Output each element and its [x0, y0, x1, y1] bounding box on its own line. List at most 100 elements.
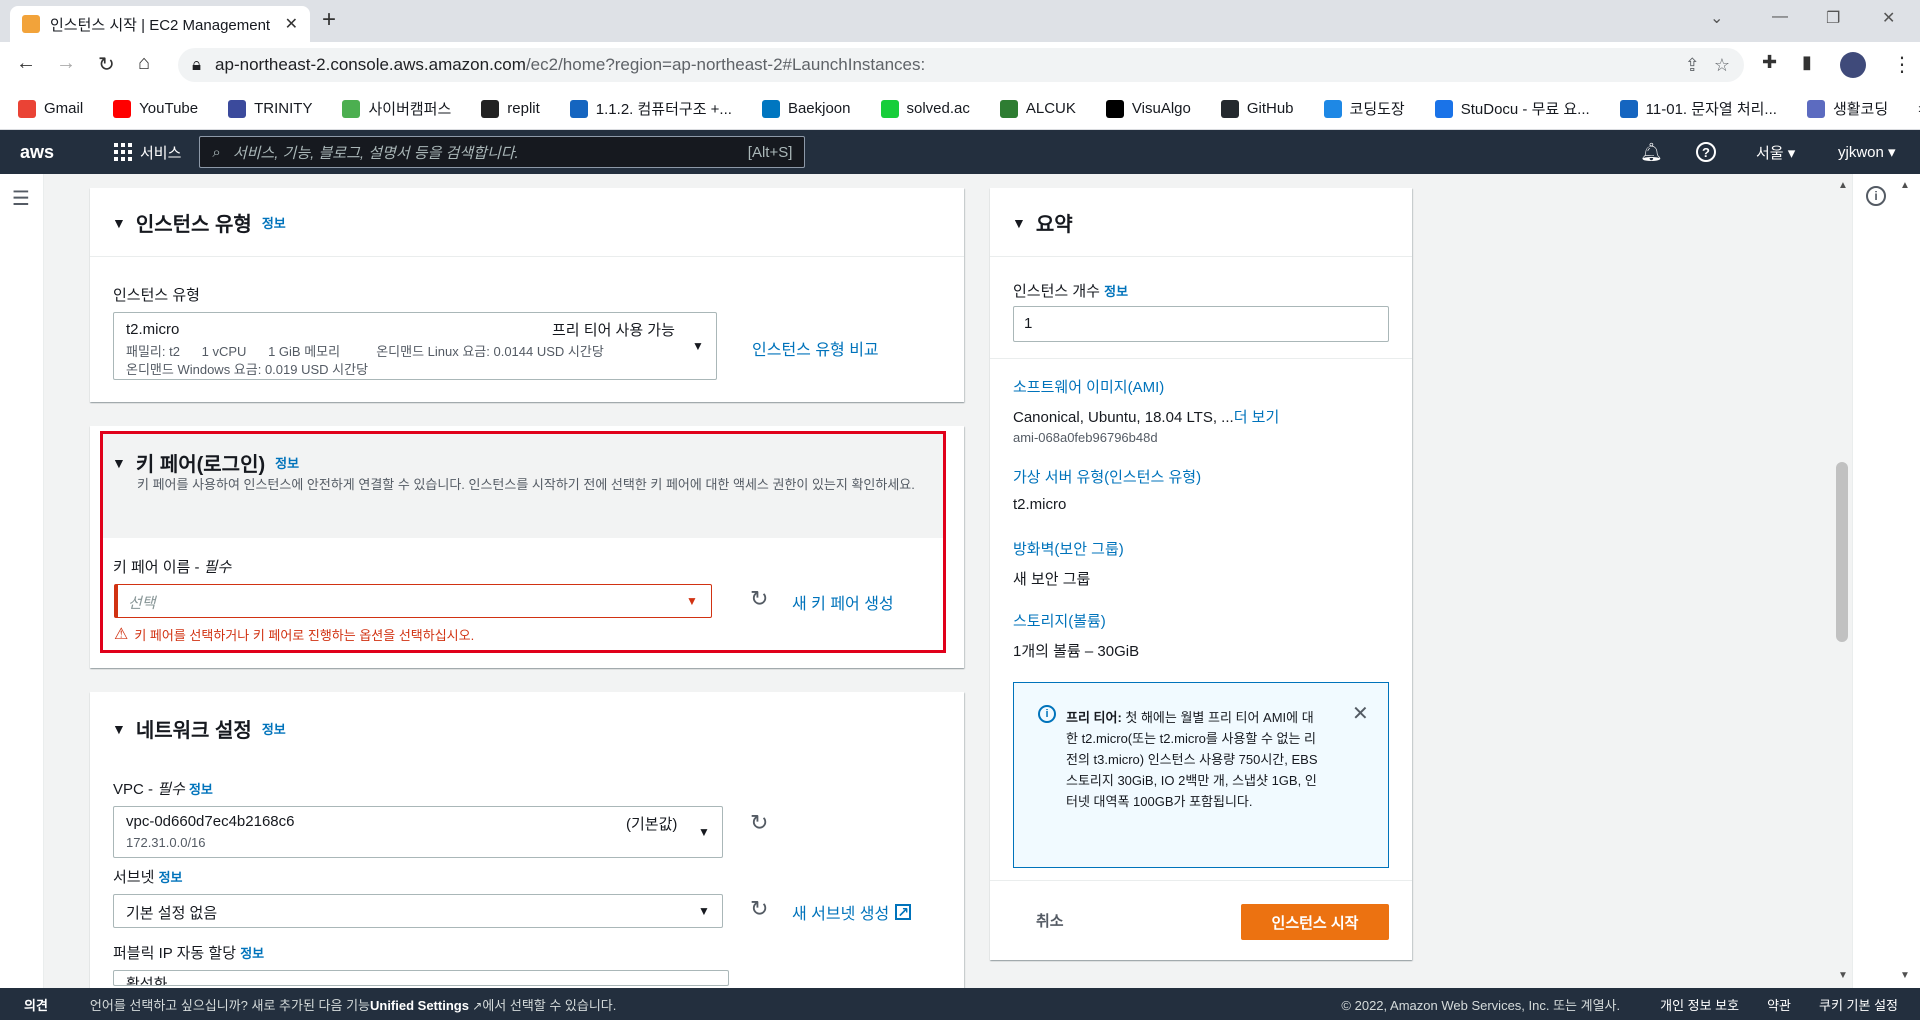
create-subnet-link[interactable]: 새 서브넷 생성 ↗	[792, 900, 912, 924]
feedback-link[interactable]: 의견	[24, 995, 48, 1014]
maximize-icon[interactable]: ❐	[1826, 8, 1840, 28]
hamburger-menu-icon[interactable]: ☰	[12, 186, 30, 211]
create-key-pair-link[interactable]: 새 키 페어 생성	[792, 590, 894, 614]
instance-type-header[interactable]: ▼ 인스턴스 유형 정보	[112, 208, 286, 237]
back-icon[interactable]: ←	[16, 52, 36, 75]
ami-link[interactable]: 소프트웨어 이미지(AMI)	[1013, 376, 1164, 397]
reload-icon[interactable]: ↻	[98, 52, 115, 77]
side-panel-icon[interactable]: ▮	[1802, 52, 1812, 73]
subnet-info-link[interactable]: 정보	[159, 870, 183, 885]
instance-type-summary-link[interactable]: 가상 서버 유형(인스턴스 유형)	[1013, 466, 1201, 487]
bookmark-item[interactable]: TRINITY	[228, 99, 312, 118]
scroll-down-icon[interactable]: ▼	[1838, 970, 1848, 981]
home-icon[interactable]: ⌂	[138, 52, 150, 75]
vpc-info-link[interactable]: 정보	[189, 782, 213, 797]
public-ip-info-link[interactable]: 정보	[240, 946, 264, 961]
bookmark-item[interactable]: GitHub	[1220, 99, 1294, 118]
privacy-link[interactable]: 개인 정보 보호	[1660, 995, 1739, 1014]
services-menu[interactable]: 서비스	[114, 142, 181, 163]
launch-instance-button[interactable]: 인스턴스 시작	[1241, 904, 1389, 940]
browser-menu-icon[interactable]: ⋮	[1892, 52, 1912, 77]
bookmark-item[interactable]: solved.ac	[880, 99, 970, 118]
notifications-bell-icon[interactable]: 🔔︎	[1640, 130, 1663, 174]
ami-more-link[interactable]: 더 보기	[1234, 409, 1280, 426]
bookmark-item[interactable]: replit	[481, 99, 540, 118]
url-host: ap-northeast-2.console.aws.amazon.com	[215, 55, 526, 74]
address-bar[interactable]: 🔒︎ ap-northeast-2.console.aws.amazon.com…	[178, 48, 1744, 82]
bookmark-label: GitHub	[1246, 100, 1294, 117]
aws-logo[interactable]: aws	[20, 142, 80, 163]
minimize-icon[interactable]: —	[1772, 8, 1788, 26]
browser-tab[interactable]: 인스턴스 시작 | EC2 Management Console ✕	[10, 6, 310, 42]
bookmark-item[interactable]: VisuAlgo	[1105, 99, 1191, 118]
tab-search-icon[interactable]: ⌄	[1710, 8, 1723, 28]
public-ip-select[interactable]: 활성화	[113, 970, 729, 986]
create-subnet-label: 새 서브넷 생성	[792, 906, 890, 923]
close-window-icon[interactable]: ✕	[1882, 8, 1895, 28]
bookmark-item[interactable]: Baekjoon	[761, 99, 851, 118]
key-pair-panel: ▼ 키 페어(로그인) 정보 키 페어를 사용하여 인스턴스에 안전하게 연결할…	[90, 426, 964, 668]
bookmark-label: YouTube	[139, 100, 199, 117]
bookmark-item[interactable]: 11-01. 문자열 처리...	[1619, 98, 1777, 119]
subnet-select[interactable]: 기본 설정 없음 ▼	[113, 894, 723, 928]
bookmark-item[interactable]: YouTube	[113, 99, 199, 118]
refresh-icon[interactable]: ↻	[750, 896, 768, 922]
instance-count-info-link[interactable]: 정보	[1104, 284, 1128, 299]
refresh-icon[interactable]: ↻	[750, 810, 768, 836]
bookmark-star-icon[interactable]: ☆	[1714, 55, 1730, 76]
new-tab-icon[interactable]: +	[322, 6, 336, 34]
unified-settings-link[interactable]: Unified Settings	[370, 998, 469, 1013]
refresh-icon[interactable]: ↻	[750, 586, 768, 612]
page-scroll-up-icon[interactable]: ▲	[1900, 180, 1910, 191]
bookmark-favicon-icon	[569, 99, 588, 118]
bookmark-item[interactable]: 코딩도장	[1323, 98, 1405, 119]
close-tab-icon[interactable]: ✕	[285, 14, 298, 34]
copyright: © 2022, Amazon Web Services, Inc. 또는 계열사…	[1341, 997, 1621, 1013]
key-pair-select[interactable]: 선택 ▼	[114, 584, 712, 618]
search-input[interactable]: ⌕ 서비스, 기능, 블로그, 설명서 등을 검색합니다. [Alt+S]	[199, 136, 806, 168]
free-tier-bold: 프리 티어:	[1066, 710, 1122, 725]
bookmark-item[interactable]: Gmail	[18, 99, 83, 118]
scrollbar-thumb[interactable]	[1836, 462, 1848, 642]
help-icon[interactable]: ?	[1696, 130, 1716, 174]
instance-type-info-link[interactable]: 정보	[262, 213, 286, 232]
bookmark-label: VisuAlgo	[1131, 100, 1191, 117]
forward-icon[interactable]: →	[56, 52, 76, 75]
key-pair-error: ⚠ 키 페어를 선택하거나 키 페어로 진행하는 옵션을 선택하십시오.	[114, 624, 474, 644]
info-panel-icon[interactable]: i	[1866, 186, 1886, 206]
close-alert-icon[interactable]: ✕	[1352, 701, 1369, 726]
summary-header[interactable]: ▼ 요약	[1012, 208, 1073, 237]
cookie-prefs-link[interactable]: 쿠키 기본 설정	[1819, 995, 1898, 1014]
firewall-link[interactable]: 방화벽(보안 그룹)	[1013, 538, 1124, 559]
collapse-caret-icon: ▼	[1012, 214, 1026, 231]
extensions-icon[interactable]: ✚	[1762, 52, 1777, 73]
network-info-link[interactable]: 정보	[262, 719, 286, 738]
page-scroll-down-icon[interactable]: ▼	[1900, 970, 1910, 981]
bookmark-favicon-icon	[761, 99, 780, 118]
share-icon[interactable]: ⇪	[1685, 55, 1700, 76]
profile-avatar[interactable]	[1840, 52, 1866, 78]
vpc-select[interactable]: vpc-0d660d7ec4b2168c6 (기본값) 172.31.0.0/1…	[113, 806, 723, 858]
user-menu[interactable]: yjkwon ▾	[1838, 130, 1896, 174]
cancel-button[interactable]: 취소	[1036, 910, 1064, 931]
key-pair-info-link[interactable]: 정보	[275, 453, 299, 472]
ami-id: ami-068a0feb96796b48d	[1013, 430, 1158, 445]
terms-link[interactable]: 약관	[1767, 995, 1791, 1014]
bookmark-item[interactable]: 1.1.2. 컴퓨터구조 +...	[569, 98, 732, 119]
bookmark-item[interactable]: 사이버캠퍼스	[342, 98, 451, 119]
public-ip-value: 활성화	[126, 976, 168, 986]
scroll-up-icon[interactable]: ▲	[1838, 180, 1848, 191]
instance-type-select[interactable]: t2.micro 프리 티어 사용 가능 패밀리: t2 1 vCPU 1 Gi…	[113, 312, 717, 380]
bookmark-item[interactable]: 생활코딩	[1806, 98, 1888, 119]
bookmark-favicon-icon	[1323, 99, 1342, 118]
instance-type-field-label: 인스턴스 유형	[113, 287, 200, 304]
compare-instance-types-link[interactable]: 인스턴스 유형 비교	[752, 336, 879, 360]
storage-link[interactable]: 스토리지(볼륨)	[1013, 610, 1106, 631]
bookmark-item[interactable]: StuDocu - 무료 요...	[1434, 98, 1590, 119]
ami-value: Canonical, Ubuntu, 18.04 LTS, ...더 보기	[1013, 406, 1279, 427]
bookmark-item[interactable]: ALCUK	[999, 99, 1076, 118]
key-pair-header[interactable]: ▼ 키 페어(로그인) 정보	[112, 448, 299, 477]
network-header[interactable]: ▼ 네트워크 설정 정보	[112, 714, 286, 743]
region-selector[interactable]: 서울 ▾	[1756, 130, 1795, 174]
instance-count-input[interactable]: 1	[1013, 306, 1389, 342]
